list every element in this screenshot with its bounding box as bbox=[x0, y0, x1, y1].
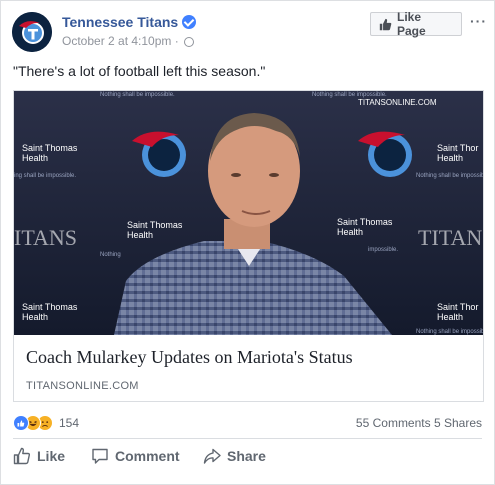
like-label: Like bbox=[37, 448, 66, 464]
svg-text:Health: Health bbox=[337, 227, 363, 237]
facebook-post: Tennessee Titans October 2 at 4:10pm · L… bbox=[0, 0, 495, 485]
comment-button[interactable]: Comment bbox=[91, 447, 180, 465]
reaction-count[interactable]: 154 bbox=[59, 416, 79, 430]
thumbs-up-icon bbox=[379, 18, 392, 30]
share-button[interactable]: Share bbox=[203, 447, 266, 465]
svg-text:Health: Health bbox=[22, 153, 48, 163]
page-avatar[interactable] bbox=[12, 12, 52, 52]
svg-text:Health: Health bbox=[437, 312, 463, 322]
divider bbox=[13, 438, 482, 439]
like-reaction-icon bbox=[13, 415, 29, 431]
comments-count[interactable]: 55 Comments bbox=[356, 416, 431, 430]
svg-text:TITANSONLINE.COM: TITANSONLINE.COM bbox=[358, 98, 437, 107]
more-options-button[interactable]: ··· bbox=[470, 13, 487, 29]
like-page-button[interactable]: Like Page bbox=[370, 10, 462, 38]
link-domain: TITANSONLINE.COM bbox=[26, 380, 139, 392]
engagement-counts: 55 Comments 5 Shares bbox=[356, 416, 482, 430]
globe-icon bbox=[184, 37, 195, 47]
meta-separator: · bbox=[174, 34, 179, 48]
link-preview-card[interactable]: Saint Thomas Health Saint Thomas Health … bbox=[13, 90, 484, 402]
backdrop-sponsor-1: Saint Thomas bbox=[22, 143, 78, 153]
post-action-bar: Like Comment Share bbox=[1, 447, 494, 473]
verified-badge-icon bbox=[182, 15, 197, 29]
svg-text:Saint Thor: Saint Thor bbox=[437, 143, 478, 153]
link-preview-image[interactable]: Saint Thomas Health Saint Thomas Health … bbox=[14, 91, 483, 335]
svg-text:Health: Health bbox=[22, 312, 48, 322]
svg-text:Saint Thomas: Saint Thomas bbox=[22, 302, 78, 312]
thumbs-up-outline-icon bbox=[13, 447, 31, 465]
svg-text:Nothing: Nothing bbox=[100, 252, 121, 258]
svg-text:Health: Health bbox=[127, 230, 153, 240]
svg-text:Nothing shall be impossible.: Nothing shall be impossible. bbox=[416, 329, 483, 335]
comment-bubble-icon bbox=[92, 448, 108, 464]
link-title[interactable]: Coach Mularkey Updates on Mariota's Stat… bbox=[26, 347, 353, 368]
svg-text:ing shall be impossible.: ing shall be impossible. bbox=[14, 173, 76, 179]
like-button[interactable]: Like bbox=[13, 447, 65, 465]
svg-text:Nothing shall be impossible.: Nothing shall be impossible. bbox=[312, 92, 387, 98]
share-arrow-icon bbox=[203, 448, 221, 464]
reactions-summary[interactable]: 154 bbox=[13, 415, 79, 431]
shares-count[interactable]: 5 Shares bbox=[434, 416, 482, 430]
svg-text:TITAN: TITAN bbox=[418, 225, 482, 250]
press-conference-photo: Saint Thomas Health Saint Thomas Health … bbox=[14, 91, 483, 335]
svg-text:Health: Health bbox=[437, 153, 463, 163]
page-name[interactable]: Tennessee Titans bbox=[62, 14, 178, 30]
svg-text:impossible.: impossible. bbox=[368, 247, 398, 253]
titans-logo-icon bbox=[12, 12, 52, 52]
page-name-link[interactable]: Tennessee Titans bbox=[62, 14, 197, 30]
svg-text:Saint Thomas: Saint Thomas bbox=[127, 220, 183, 230]
comment-label: Comment bbox=[115, 448, 180, 464]
post-text: "There's a lot of football left this sea… bbox=[13, 63, 266, 79]
svg-text:Saint Thomas: Saint Thomas bbox=[337, 217, 393, 227]
svg-text:ITANS: ITANS bbox=[14, 225, 77, 250]
svg-text:Nothing shall be impossible.: Nothing shall be impossible. bbox=[100, 92, 175, 98]
post-meta: October 2 at 4:10pm · bbox=[62, 34, 195, 48]
like-page-label: Like Page bbox=[397, 10, 426, 38]
svg-text:Nothing shall be impossible.: Nothing shall be impossible. bbox=[416, 173, 483, 179]
svg-text:Saint Thor: Saint Thor bbox=[437, 302, 478, 312]
share-label: Share bbox=[227, 448, 266, 464]
post-date[interactable]: October 2 at 4:10pm bbox=[62, 34, 171, 48]
